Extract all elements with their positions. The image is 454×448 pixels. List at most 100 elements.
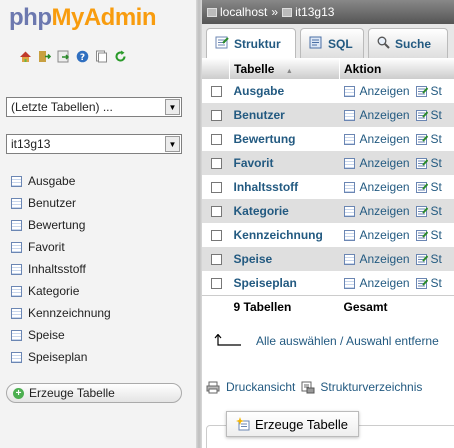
row-table-name[interactable]: Kennzeichnung xyxy=(229,223,340,247)
table-row: Speise Anzeigen St xyxy=(202,247,454,271)
structure-icon xyxy=(215,36,229,52)
sidebar-table-label[interactable]: Bewertung xyxy=(28,218,85,232)
database-select[interactable]: it13g13 ▼ xyxy=(6,134,182,154)
phpmyadmin-logo[interactable]: phpMyAdmin xyxy=(9,4,156,32)
structure-icon xyxy=(415,181,428,193)
sidebar-table-label[interactable]: Speise xyxy=(28,328,65,342)
recent-tables-select[interactable]: (Letzte Tabellen) ... ▼ xyxy=(6,97,182,117)
row-table-name[interactable]: Speise xyxy=(229,247,340,271)
breadcrumb-server[interactable]: localhost xyxy=(220,5,267,19)
header-table-column[interactable]: Tabelle ▲ xyxy=(229,58,340,79)
create-table-button[interactable]: + Erzeuge Tabelle xyxy=(6,383,182,403)
sidebar-table-label[interactable]: Ausgabe xyxy=(28,174,75,188)
sidebar-table-label[interactable]: Speiseplan xyxy=(28,350,87,364)
browse-link[interactable]: Anzeigen xyxy=(360,252,410,266)
help-icon[interactable]: ? xyxy=(76,50,89,63)
create-table-dialog-label: Erzeuge Tabelle xyxy=(255,416,348,432)
browse-link[interactable]: Anzeigen xyxy=(360,84,410,98)
tab-search[interactable]: Suche xyxy=(368,28,448,58)
sidebar-table-item[interactable]: Benutzer xyxy=(11,192,111,214)
create-table-dialog-button[interactable]: Erzeuge Tabelle xyxy=(226,411,359,437)
structure-link[interactable]: St xyxy=(431,276,442,290)
browse-link[interactable]: Anzeigen xyxy=(360,228,410,242)
sidebar-table-label[interactable]: Benutzer xyxy=(28,196,76,210)
table-icon xyxy=(11,263,22,275)
tab-sql[interactable]: SQL xyxy=(300,28,364,58)
row-checkbox[interactable] xyxy=(211,230,222,242)
row-table-name[interactable]: Favorit xyxy=(229,151,340,175)
structure-icon xyxy=(415,85,428,97)
row-checkbox[interactable] xyxy=(211,134,222,146)
browse-link[interactable]: Anzeigen xyxy=(360,204,410,218)
browse-link[interactable]: Anzeigen xyxy=(360,108,410,122)
row-checkbox[interactable] xyxy=(211,254,222,266)
navigation-frame: phpMyAdmin ? (Letzte Tabellen) ... ▼ it1… xyxy=(0,0,196,448)
structure-link[interactable]: St xyxy=(431,132,442,146)
sidebar-table-item[interactable]: Ausgabe xyxy=(11,170,111,192)
row-actions: Anzeigen St xyxy=(339,175,454,199)
query-window-icon[interactable] xyxy=(57,50,70,63)
row-table-name[interactable]: Ausgabe xyxy=(229,79,340,103)
reload-icon[interactable] xyxy=(114,50,127,63)
sidebar-table-item[interactable]: Bewertung xyxy=(11,214,111,236)
structure-link[interactable]: St xyxy=(431,156,442,170)
row-actions: Anzeigen St xyxy=(339,199,454,223)
structure-link[interactable]: St xyxy=(431,228,442,242)
row-table-name[interactable]: Inhaltsstoff xyxy=(229,175,340,199)
home-icon[interactable] xyxy=(19,50,32,63)
check-all-link[interactable]: Alle auswählen / Auswahl entferne xyxy=(256,334,439,348)
breadcrumb-database[interactable]: it13g13 xyxy=(295,5,334,19)
table-row: Kategorie Anzeigen St xyxy=(202,199,454,223)
sidebar-table-label[interactable]: Kategorie xyxy=(28,284,79,298)
row-table-name[interactable]: Bewertung xyxy=(229,127,340,151)
row-checkbox-cell xyxy=(202,247,230,271)
header-table-label[interactable]: Tabelle xyxy=(234,62,274,76)
structure-link[interactable]: St xyxy=(431,180,442,194)
row-checkbox[interactable] xyxy=(211,278,222,290)
sidebar-table-item[interactable]: Speise xyxy=(11,324,111,346)
row-checkbox[interactable] xyxy=(211,182,222,194)
sidebar-table-item[interactable]: Favorit xyxy=(11,236,111,258)
sidebar-table-label[interactable]: Favorit xyxy=(28,240,65,254)
row-checkbox[interactable] xyxy=(211,158,222,170)
table-icon xyxy=(11,285,22,297)
sidebar-table-item[interactable]: Kategorie xyxy=(11,280,111,302)
row-checkbox-cell xyxy=(202,103,230,127)
logo-php-text: php xyxy=(9,4,52,31)
row-table-name[interactable]: Kategorie xyxy=(229,199,340,223)
table-row: Kennzeichnung Anzeigen St xyxy=(202,223,454,247)
row-table-name[interactable]: Speiseplan xyxy=(229,271,340,296)
row-checkbox[interactable] xyxy=(211,110,222,122)
row-checkbox[interactable] xyxy=(211,86,222,98)
row-checkbox[interactable] xyxy=(211,206,222,218)
footer-count: 9 Tabellen xyxy=(229,295,340,318)
row-checkbox-cell xyxy=(202,223,230,247)
sidebar-table-item[interactable]: Kennzeichnung xyxy=(11,302,111,324)
print-view-link[interactable]: Druckansicht xyxy=(226,380,295,394)
tab-structure[interactable]: Struktur xyxy=(206,28,296,59)
structure-link[interactable]: St xyxy=(431,108,442,122)
logout-icon[interactable] xyxy=(38,50,51,63)
sql-icon xyxy=(309,36,323,52)
sidebar-table-label[interactable]: Kennzeichnung xyxy=(28,306,111,320)
docs-icon[interactable] xyxy=(95,50,108,63)
table-row: Benutzer Anzeigen St xyxy=(202,103,454,127)
sidebar-table-item[interactable]: Speiseplan xyxy=(11,346,111,368)
database-select-value: it13g13 xyxy=(11,137,51,151)
data-dictionary-link[interactable]: Strukturverzeichnis xyxy=(320,380,422,394)
browse-link[interactable]: Anzeigen xyxy=(360,132,410,146)
row-table-name[interactable]: Benutzer xyxy=(229,103,340,127)
browse-link[interactable]: Anzeigen xyxy=(360,156,410,170)
chevron-down-icon[interactable]: ▼ xyxy=(165,99,180,115)
chevron-down-icon[interactable]: ▼ xyxy=(165,136,180,152)
browse-link[interactable]: Anzeigen xyxy=(360,276,410,290)
sidebar-table-label[interactable]: Inhaltsstoff xyxy=(28,262,86,276)
table-icon xyxy=(11,197,22,209)
structure-link[interactable]: St xyxy=(431,84,442,98)
breadcrumb-separator: » xyxy=(271,5,279,19)
row-actions: Anzeigen St xyxy=(339,127,454,151)
sidebar-table-item[interactable]: Inhaltsstoff xyxy=(11,258,111,280)
browse-link[interactable]: Anzeigen xyxy=(360,180,410,194)
structure-link[interactable]: St xyxy=(431,252,442,266)
structure-link[interactable]: St xyxy=(431,204,442,218)
